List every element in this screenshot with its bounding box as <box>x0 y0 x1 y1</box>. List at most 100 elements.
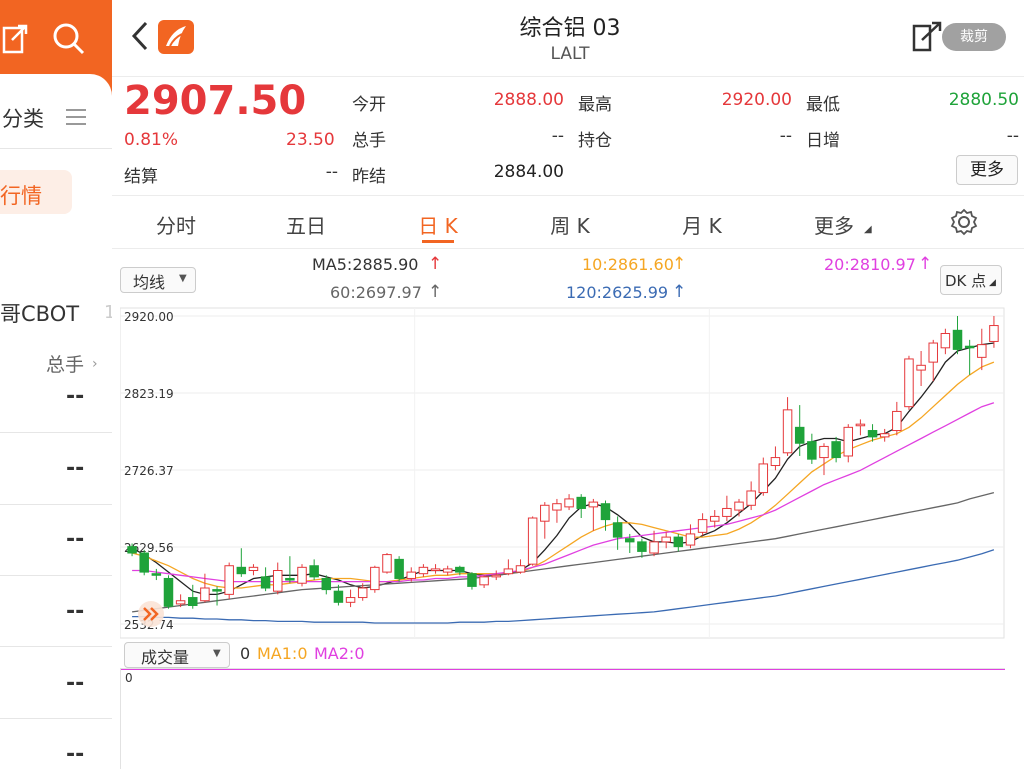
tab-more-dropdown-icon: ◢ <box>864 224 872 235</box>
candle-body <box>272 570 283 592</box>
list-value: -- <box>66 527 85 552</box>
low-value: 2880.50 <box>948 90 1019 110</box>
volume-ma2: MA2:0 <box>314 644 365 663</box>
candle-body <box>236 566 247 575</box>
candle-body <box>734 501 744 511</box>
candle-body <box>321 577 332 591</box>
volume-value: -- <box>551 126 564 146</box>
candle-body <box>916 364 926 371</box>
quote-menu-item[interactable]: 行情 <box>0 170 72 214</box>
cbot-label: 哥CBOT <box>0 302 80 326</box>
tab-daily-k[interactable]: 日 K <box>398 210 478 239</box>
expand-left-icon[interactable] <box>134 600 168 628</box>
share-icon[interactable] <box>910 20 944 58</box>
back-icon[interactable] <box>130 20 150 56</box>
sort-icon[interactable]: › <box>92 356 98 372</box>
category-label[interactable]: 分类 <box>2 103 44 133</box>
candle-body <box>625 538 635 543</box>
page-title: 综合铝 03 <box>519 16 621 41</box>
candle-body <box>782 409 793 454</box>
candle-body <box>952 329 963 350</box>
candle-body <box>418 566 429 575</box>
candle-body <box>370 566 380 591</box>
divider <box>0 718 112 719</box>
candle-body <box>503 568 514 575</box>
candle-body <box>212 589 222 592</box>
volume-select[interactable]: 成交量 ▼ <box>124 642 230 668</box>
list-value: -- <box>66 456 85 481</box>
change-amount: 23.50 <box>286 130 335 150</box>
candle-body <box>977 344 987 358</box>
share-icon[interactable] <box>0 22 30 54</box>
divider <box>0 575 112 576</box>
candlestick-chart[interactable]: 2920.002823.192726.372629.562532.74 <box>120 306 1024 640</box>
tab-more[interactable]: 更多 <box>794 210 874 239</box>
tab-weekly-k[interactable]: 周 K <box>530 210 610 239</box>
arrow-up-icon: ↑ <box>672 254 687 274</box>
candle-body <box>260 576 271 589</box>
prev-settle-label: 昨结 <box>352 167 386 187</box>
candle-body <box>333 590 344 603</box>
y-tick-label: 2726.37 <box>124 464 174 478</box>
divider <box>112 248 1024 249</box>
ma-select[interactable]: 均线 ▼ <box>120 267 196 293</box>
candle-body <box>746 490 756 506</box>
dk-point-label: DK 点 <box>945 272 987 290</box>
candle-body <box>867 430 878 438</box>
menu-icon[interactable] <box>66 108 86 130</box>
crop-button[interactable]: 裁剪 <box>942 23 1006 51</box>
arrow-up-icon: ↑ <box>428 254 443 274</box>
volume-value: 0 <box>240 644 251 663</box>
ma5-value: MA5:2885.90 <box>312 255 419 274</box>
open-value: 2888.00 <box>493 90 564 110</box>
candle-body <box>467 573 477 587</box>
candle-body <box>200 587 210 602</box>
candle-body <box>637 541 647 552</box>
left-background-panel: 分类 行情 哥CBOT 1 总手 › -- -- -- -- -- -- <box>0 0 112 768</box>
candle-body <box>224 565 234 595</box>
more-button[interactable]: 更多 <box>956 155 1018 185</box>
divider <box>0 504 112 505</box>
chart-frame <box>120 307 1005 639</box>
candle-body <box>709 515 720 522</box>
settle-value: -- <box>325 162 338 182</box>
candle-body <box>600 503 611 521</box>
candle-body <box>455 566 465 573</box>
candle-body <box>928 342 938 363</box>
list-value: -- <box>66 599 85 624</box>
tab-monthly-k[interactable]: 月 K <box>662 210 742 239</box>
candle-body <box>382 554 392 573</box>
candle-body <box>770 457 781 467</box>
candle-body <box>175 600 186 605</box>
left-card-top <box>0 74 112 104</box>
divider <box>0 646 112 647</box>
candle-body <box>831 441 841 459</box>
candle-body <box>345 597 356 603</box>
position-label: 持仓 <box>578 131 612 151</box>
volume-axis-zero: 0 <box>125 671 133 685</box>
ma10-value: 10:2861.60 <box>582 255 674 274</box>
candle-body <box>552 503 562 511</box>
candle-body <box>612 522 623 538</box>
settle-label: 结算 <box>124 167 158 187</box>
divider <box>0 148 112 149</box>
search-icon[interactable] <box>52 22 86 56</box>
change-percent: 0.81% <box>124 130 179 150</box>
tab-intraday[interactable]: 分时 <box>136 210 216 239</box>
volume-ma1: MA1:0 <box>257 644 308 663</box>
candle-body <box>673 536 684 548</box>
candle-body <box>722 507 732 517</box>
volume-ma-line <box>121 669 1005 670</box>
settings-gear-icon[interactable] <box>950 208 978 240</box>
ma20-value: 20:2810.97 <box>824 255 916 274</box>
dk-point-button[interactable]: DK 点 ◢ <box>940 265 1002 295</box>
tab-five-day[interactable]: 五日 <box>266 210 346 239</box>
candle-body <box>127 546 137 554</box>
list-value: -- <box>66 742 85 767</box>
corner-dropdown-icon: ◢ <box>989 278 996 288</box>
open-label: 今开 <box>352 95 386 115</box>
candle-body <box>527 517 538 565</box>
volume-label: 总手 <box>352 131 386 151</box>
ma120-value: 120:2625.99 <box>566 283 669 302</box>
chevron-down-icon: ▼ <box>213 648 221 659</box>
